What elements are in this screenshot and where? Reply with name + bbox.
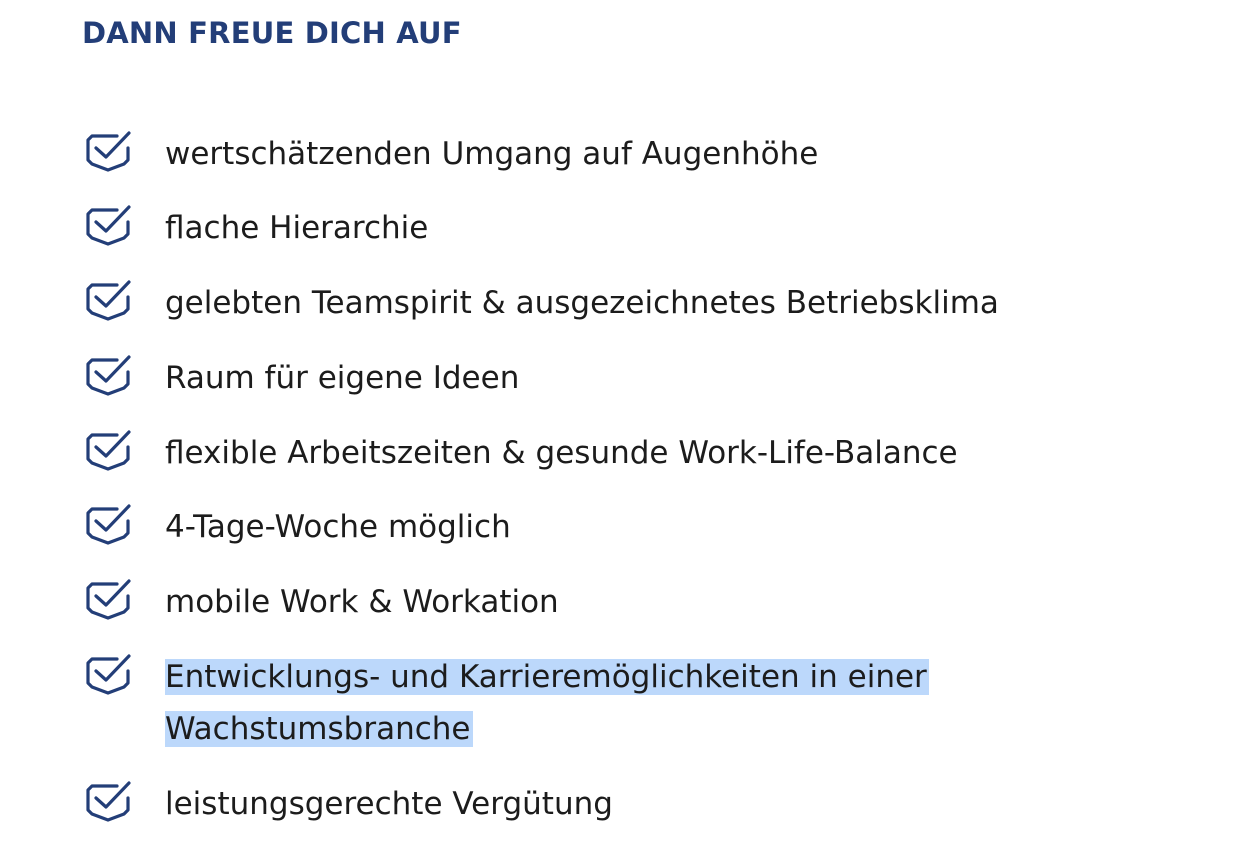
checkbox-check-icon — [86, 579, 131, 620]
checkbox-check-icon — [86, 504, 131, 545]
checkbox-check-icon — [86, 430, 131, 471]
benefit-label: 4-Tage-Woche möglich — [165, 509, 511, 545]
text-selection-highlight: Entwicklungs- und Karrieremöglichkeiten … — [165, 659, 929, 747]
checkbox-check-icon — [86, 280, 131, 321]
benefit-label: leistungsgerechte Vergütung — [165, 786, 613, 822]
checkbox-check-icon — [86, 781, 131, 822]
checkbox-check-icon — [86, 131, 131, 172]
checkbox-check-icon — [86, 654, 131, 695]
benefit-label: Raum für eigene Ideen — [165, 360, 520, 396]
benefit-label: flexible Arbeitszeiten & gesunde Work-Li… — [165, 435, 958, 471]
section-heading: DANN FREUE DICH AUF — [82, 16, 462, 50]
checkbox-check-icon — [86, 205, 131, 246]
benefit-label: mobile Work & Workation — [165, 584, 559, 620]
benefit-label: gelebten Teamspirit & ausgezeichnetes Be… — [165, 285, 999, 321]
checkbox-check-icon — [86, 355, 131, 396]
benefit-label: wertschätzenden Umgang auf Augenhöhe — [165, 136, 819, 172]
benefit-label: Entwicklungs- und Karrieremöglichkeiten … — [165, 651, 965, 755]
benefit-label: flache Hierarchie — [165, 210, 429, 246]
